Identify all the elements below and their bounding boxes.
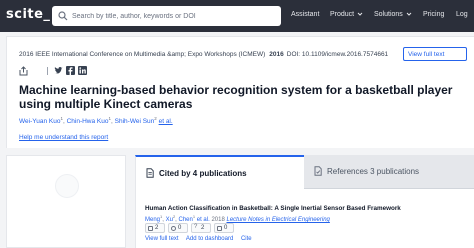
author-link[interactable]: Chin-Hwa Kuo: [67, 118, 109, 125]
contrast-icon: [217, 226, 222, 231]
search-input[interactable]: [72, 9, 277, 23]
paper-venue: 2016 IEEE International Conference on Mu…: [19, 51, 266, 58]
nav-solutions-label: Solutions: [374, 11, 403, 18]
doc-icon: [148, 226, 153, 231]
badge-supporting[interactable]: 0: [168, 223, 188, 233]
tab-cited-by-label: Cited by 4 publications: [159, 169, 247, 178]
divider: [47, 67, 48, 75]
author-link[interactable]: Shih-Wei Sun: [115, 118, 155, 125]
paper-card: 2016 IEEE International Conference on Mu…: [6, 36, 474, 148]
top-navbar: scite_ Assistant Product Solutions Prici…: [0, 0, 474, 32]
question-icon: ?: [194, 224, 198, 230]
author-link[interactable]: Wei-Yuan Kuo: [19, 118, 60, 125]
help-understand-link[interactable]: Help me understand this report: [19, 134, 108, 141]
paper-doi[interactable]: DOI: 10.1109/icmew.2016.7574661: [287, 51, 388, 58]
citation-actions: View full text Add to dashboard Cite: [145, 236, 258, 242]
citation-title[interactable]: Human Action Classification in Basketbal…: [145, 205, 401, 212]
paper-authors: Wei-Yuan Kuo1, Chin-Hwa Kuo1, Shih-Wei S…: [19, 116, 173, 126]
nav-product-label: Product: [330, 11, 355, 18]
twitter-icon[interactable]: [54, 66, 63, 75]
share-icon[interactable]: [19, 66, 28, 76]
citation-view-full-text[interactable]: View full text: [145, 236, 179, 242]
nav-login[interactable]: Log: [456, 11, 468, 18]
citation-meta: Meng1, Xu2, Chen1 et al. 2018 Lecture No…: [145, 214, 330, 223]
nav-solutions[interactable]: Solutions: [374, 11, 412, 18]
tab-cited-by[interactable]: Cited by 4 publications: [135, 155, 304, 189]
paper-year: 2016: [269, 51, 284, 58]
references-icon: [314, 166, 322, 176]
nav-product[interactable]: Product: [330, 11, 363, 18]
loading-spinner: [55, 174, 79, 198]
citation-list: Human Action Classification in Basketbal…: [135, 189, 474, 248]
citation-tabs: Cited by 4 publications References 3 pub…: [135, 155, 474, 189]
citation-journal[interactable]: Lecture Notes in Electrical Engineering: [226, 217, 329, 223]
badge-citing[interactable]: 2: [145, 223, 165, 233]
smart-citations-panel: [6, 155, 126, 248]
tab-references-label: References 3 publications: [327, 167, 420, 176]
paper-title: Machine learning-based behavior recognit…: [19, 83, 453, 111]
check-icon: [171, 226, 176, 231]
chevron-down-icon: [357, 12, 363, 16]
tab-references[interactable]: References 3 publications: [304, 155, 474, 189]
badge-contrasting[interactable]: 0: [214, 223, 234, 233]
nav-assistant[interactable]: Assistant: [291, 11, 319, 18]
citation-add-to-dashboard[interactable]: Add to dashboard: [186, 236, 233, 242]
scite-logo[interactable]: scite_: [6, 7, 50, 22]
search-icon: [58, 11, 68, 21]
citation-cite[interactable]: Cite: [241, 236, 252, 242]
facebook-icon[interactable]: [66, 66, 75, 75]
view-full-text-button[interactable]: View full text: [403, 47, 467, 61]
search-bar[interactable]: [52, 6, 281, 26]
badge-mentioning[interactable]: ? 2: [191, 223, 211, 233]
linkedin-icon[interactable]: [78, 66, 87, 75]
document-icon: [146, 168, 154, 178]
paper-venue-line: 2016 IEEE International Conference on Mu…: [19, 51, 388, 58]
nav-pricing[interactable]: Pricing: [423, 11, 444, 18]
et-al-link[interactable]: et al.: [159, 118, 173, 125]
chevron-down-icon: [406, 12, 412, 16]
